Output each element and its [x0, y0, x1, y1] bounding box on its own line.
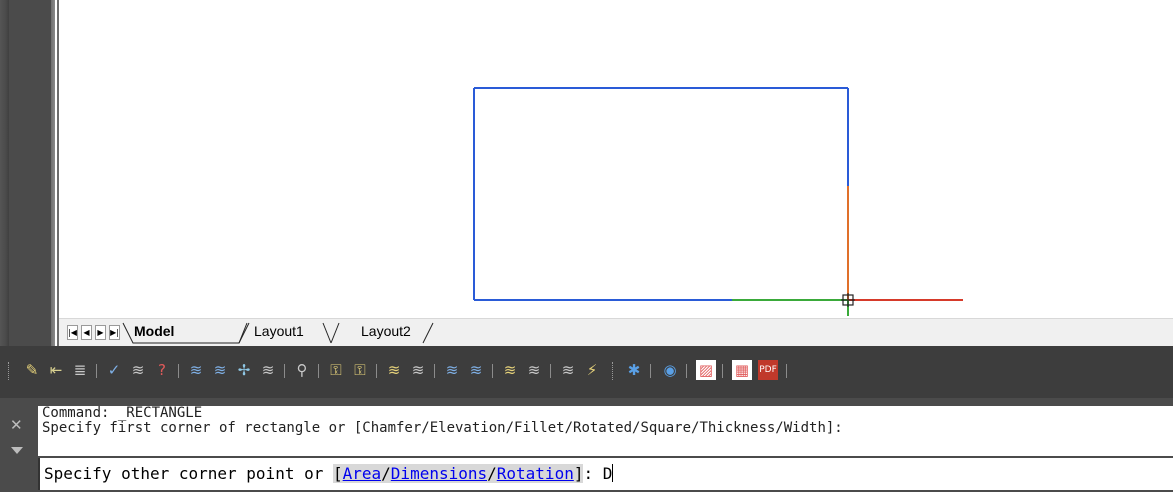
option-dimensions-link[interactable]: Dimensions [390, 464, 488, 483]
layer-on-icon[interactable]: ✢ [234, 360, 254, 380]
drawing-svg[interactable] [59, 0, 1173, 318]
tab-model[interactable]: Model [134, 323, 174, 339]
layer-off-icon[interactable]: ≋ [210, 360, 230, 380]
previous-layout-button[interactable]: ◀ [81, 325, 92, 340]
layer-freeze-icon[interactable]: ≋ [186, 360, 206, 380]
layer-states-icon[interactable]: ≣ [70, 360, 90, 380]
layer-properties-icon[interactable]: ✎ [22, 360, 42, 380]
layer-delete-icon[interactable]: ≋ [384, 360, 404, 380]
typed-input-value: D [602, 464, 613, 483]
layer-isolate-icon[interactable]: ? [152, 360, 172, 380]
layer-match-icon[interactable]: ✓ [104, 360, 124, 380]
layers-toolbar: ✎ ⇤ ≣ ✓ ≋ ? ≋ ≋ ✢ ≋ ⚲ ⚿ ⚿ ≋ ≋ ≋ ≋ ≋ ≋ ≋ … [0, 346, 1173, 398]
layer-walk-2-icon[interactable]: ⚡ [582, 360, 602, 380]
last-layout-button[interactable]: ▶| [109, 325, 120, 340]
layer-copy-icon[interactable]: ≋ [466, 360, 486, 380]
globe-icon[interactable]: ◉ [660, 360, 680, 380]
layer-filter-icon[interactable]: ≋ [558, 360, 578, 380]
command-line-window: ✕ Command: _RECTANGLE Specify first corn… [0, 398, 1173, 492]
layer-state-icon[interactable]: ≋ [524, 360, 544, 380]
tab-layout2[interactable]: Layout2 [361, 323, 411, 339]
option-rotation-link[interactable]: Rotation [496, 464, 574, 483]
toolbar-grip[interactable] [8, 362, 11, 380]
layer-translate-icon[interactable]: ≋ [500, 360, 520, 380]
layer-turn-all-on-icon[interactable]: ≋ [442, 360, 462, 380]
text-caret [612, 464, 614, 482]
toolbar-grip-2[interactable] [612, 362, 615, 380]
command-input[interactable]: Specify other corner point or [Area/Dime… [38, 458, 1173, 490]
layer-lock-icon[interactable]: ⚲ [292, 360, 312, 380]
layer-previous-icon[interactable]: ⇤ [46, 360, 66, 380]
hatch-icon[interactable]: ▨ [696, 360, 716, 380]
left-panel-strip [0, 0, 55, 346]
option-area-link[interactable]: Area [342, 464, 382, 483]
first-layout-button[interactable]: |◀ [67, 325, 78, 340]
layer-change-icon[interactable]: ≋ [128, 360, 148, 380]
chevron-down-icon[interactable] [11, 447, 23, 454]
layer-unlock-icon[interactable]: ⚿ [326, 360, 346, 380]
calendar-icon[interactable]: ▦ [732, 360, 752, 380]
close-icon[interactable]: ✕ [10, 416, 23, 434]
model-space-canvas[interactable] [59, 0, 1173, 318]
layout-tabs-bar: |◀ ◀ ▶ ▶| Model Layout1 Layout2 [59, 318, 1173, 347]
prompt-text: Specify other corner point or [44, 464, 333, 483]
history-line: Command: _RECTANGLE [42, 405, 203, 421]
tab-layout1[interactable]: Layout1 [254, 323, 304, 339]
command-history: Command: _RECTANGLE Specify first corner… [38, 406, 1173, 456]
layer-thaw-icon[interactable]: ≋ [408, 360, 428, 380]
pdf-export-icon[interactable]: PDF [758, 360, 778, 380]
next-layout-button[interactable]: ▶ [95, 325, 106, 340]
history-line: Specify first corner of rectangle or [Ch… [42, 420, 843, 436]
prompt-suffix: : [583, 464, 603, 483]
publish-web-icon[interactable]: ✱ [624, 360, 644, 380]
layer-merge-icon[interactable]: ⚿ [350, 360, 370, 380]
layer-walk-icon[interactable]: ≋ [258, 360, 278, 380]
